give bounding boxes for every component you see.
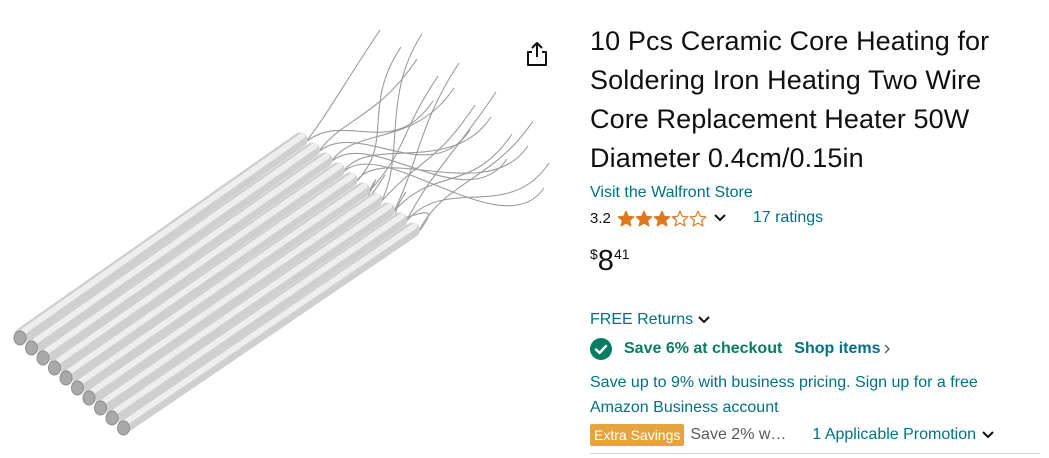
rating-value: 3.2	[590, 209, 611, 227]
rod-end-cap	[13, 330, 27, 346]
rating-row: 3.2 17 ratings	[590, 207, 1040, 229]
product-image[interactable]	[0, 0, 570, 458]
wire-lead	[418, 120, 534, 233]
wire-lead	[393, 62, 460, 213]
star-icon	[617, 210, 635, 226]
rod-end-cap	[36, 350, 50, 366]
free-returns[interactable]: FREE Returns	[590, 309, 1040, 331]
rod-end-cap	[59, 370, 73, 386]
price-whole: 8	[597, 245, 614, 277]
wire-lead	[305, 29, 381, 143]
price-fraction: 41	[613, 246, 630, 262]
price-symbol: $	[590, 246, 598, 262]
price: $ 8 41	[590, 245, 1040, 285]
chevron-down-icon[interactable]	[697, 315, 711, 325]
check-circle-icon	[590, 338, 612, 360]
business-pricing-link[interactable]: Save up to 9% with business pricing. Sig…	[590, 370, 1030, 420]
product-title: 10 Pcs Ceramic Core Heating for Solderin…	[590, 26, 990, 173]
product-details: 10 Pcs Ceramic Core Heating for Solderin…	[590, 22, 1040, 447]
promotion-description: Save 2% w…	[690, 426, 787, 443]
applicable-promotion-link[interactable]: 1 Applicable Promotion	[812, 426, 976, 444]
ratings-count-link[interactable]: 17 ratings	[753, 209, 823, 227]
checkout-savings: Save 6% at checkout Shop items	[590, 336, 1040, 362]
share-icon	[527, 42, 547, 66]
star-icon	[635, 210, 653, 226]
star-rating[interactable]	[617, 210, 707, 227]
rod-end-cap	[94, 400, 107, 416]
wire-lead	[318, 58, 418, 153]
rod-end-cap	[105, 410, 119, 426]
store-link[interactable]: Visit the Walfront Store	[590, 182, 1040, 204]
shop-items-link[interactable]: Shop items	[794, 340, 890, 358]
rod-end-cap	[48, 360, 61, 376]
chevron-right-icon	[884, 344, 890, 354]
free-returns-link[interactable]: FREE Returns	[590, 311, 693, 329]
shop-items-label: Shop items	[794, 340, 881, 357]
wire-lead	[305, 100, 434, 143]
heating-elements-image	[13, 29, 550, 436]
save-at-checkout-text: Save 6% at checkout	[624, 340, 783, 357]
star-icon	[653, 210, 671, 226]
chevron-down-icon[interactable]	[981, 430, 995, 440]
promotion-row: Extra Savings Save 2% w… 1 Applicable Pr…	[590, 423, 1040, 447]
star-icon	[671, 210, 689, 226]
rod-end-cap	[117, 420, 130, 436]
extra-savings-badge: Extra Savings	[590, 424, 685, 446]
rod-end-cap	[82, 390, 96, 406]
divider	[590, 453, 1040, 454]
chevron-down-icon[interactable]	[713, 213, 727, 223]
share-button[interactable]	[524, 40, 550, 68]
rod-end-cap	[25, 340, 38, 356]
wire-lead	[368, 75, 439, 193]
star-icon	[689, 210, 707, 226]
rod-end-cap	[71, 380, 84, 396]
